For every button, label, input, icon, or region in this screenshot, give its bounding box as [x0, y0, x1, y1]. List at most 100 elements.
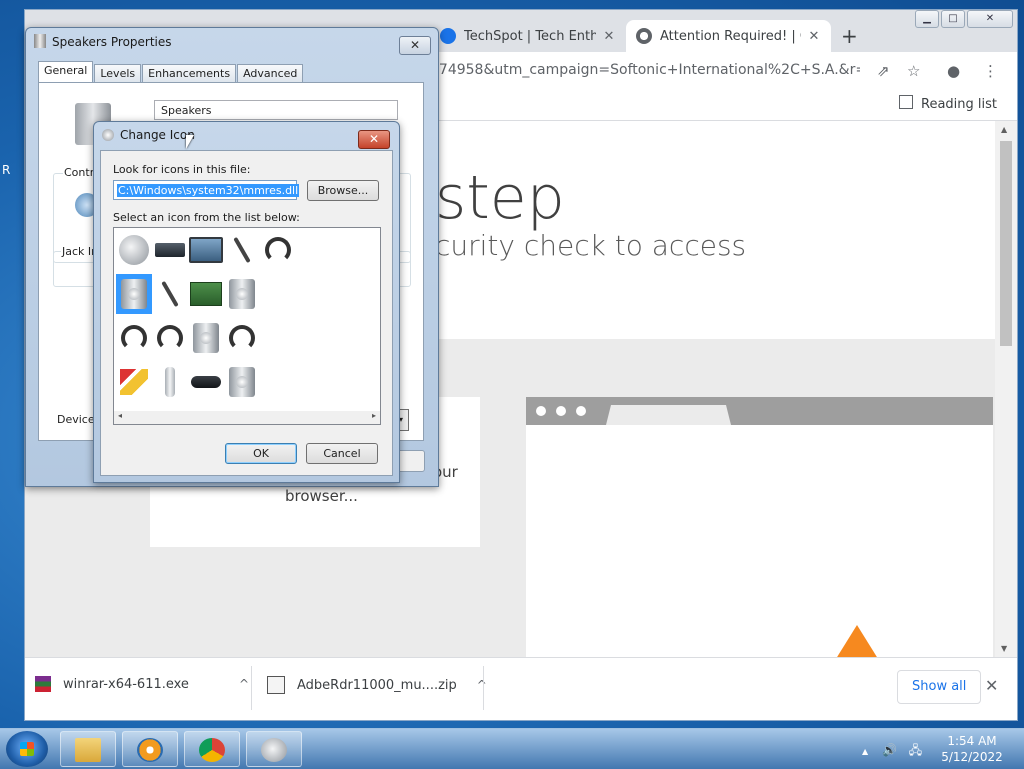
- page-subheading: curity check to access: [435, 229, 747, 262]
- reading-list-label: Reading list: [921, 97, 997, 112]
- maximize-button[interactable]: □: [941, 10, 965, 28]
- scroll-down-arrow-icon[interactable]: ▼: [1001, 644, 1007, 653]
- illustration-dot: [536, 406, 546, 416]
- chevron-up-icon[interactable]: ^: [239, 677, 249, 691]
- taskbar-sound[interactable]: [246, 731, 302, 767]
- clock[interactable]: 1:54 AM 5/12/2022: [940, 733, 1004, 765]
- new-tab-button[interactable]: +: [841, 24, 858, 48]
- illustration-tab: [606, 405, 731, 425]
- page-scrollbar[interactable]: ▲ ▼: [995, 121, 1017, 657]
- divider: [483, 666, 484, 710]
- monitor-icon[interactable]: [188, 230, 224, 270]
- speaker-icon: [34, 34, 46, 48]
- headphones-icon[interactable]: [116, 318, 152, 358]
- headphones-icon[interactable]: [260, 230, 296, 270]
- browser-illustration: [526, 397, 993, 657]
- tab-close-icon[interactable]: ✕: [602, 29, 616, 44]
- browse-button[interactable]: Browse...: [307, 180, 379, 201]
- tab-title: Attention Required! | Clou: [660, 28, 801, 44]
- minimize-button[interactable]: ▁: [915, 10, 939, 28]
- sound-card-icon[interactable]: [188, 274, 224, 314]
- scrollbar-thumb[interactable]: [1000, 141, 1012, 346]
- icon-list-label: Select an icon from the list below:: [113, 211, 300, 224]
- illustration-body: [526, 450, 993, 657]
- close-window-button[interactable]: ✕: [967, 10, 1013, 28]
- profile-icon[interactable]: ●: [947, 62, 960, 80]
- scroll-left-arrow-icon[interactable]: ◂: [118, 411, 122, 420]
- download-item-winrar[interactable]: winrar-x64-611.exe ^: [35, 676, 249, 692]
- tab-general[interactable]: General: [38, 61, 94, 83]
- download-item-adobe[interactable]: AdbeRdr11000_mu....zip ^: [267, 676, 487, 694]
- close-downloads-bar-icon[interactable]: ✕: [985, 676, 998, 695]
- rca-cables-icon[interactable]: [116, 362, 152, 402]
- chevron-up-icon[interactable]: ^: [477, 678, 487, 692]
- media-player-icon: [137, 738, 163, 762]
- scroll-up-arrow-icon[interactable]: ▲: [1001, 125, 1007, 134]
- taskbar-explorer[interactable]: [60, 731, 116, 767]
- headset-icon[interactable]: [152, 318, 188, 358]
- mouse-pointer-icon: [186, 135, 194, 149]
- ok-button[interactable]: OK: [225, 443, 297, 464]
- system-tray: ▲ 🔊 🖧: [862, 741, 922, 762]
- speaker-icon[interactable]: [224, 274, 260, 314]
- file-label: Look for icons in this file:: [113, 163, 251, 176]
- divider: [251, 666, 252, 710]
- tab-close-icon[interactable]: ✕: [807, 29, 821, 44]
- clock-time: 1:54 AM: [947, 734, 997, 748]
- speaker-icon[interactable]: [116, 274, 152, 314]
- tab-techspot[interactable]: TechSpot | Tech Enthusiast ✕: [430, 20, 626, 52]
- tab-advanced[interactable]: Advanced: [237, 64, 304, 83]
- globe-icon: [636, 28, 652, 44]
- speaker-icon[interactable]: [188, 318, 224, 358]
- file-path-input[interactable]: C:\Windows\system32\mmres.dll: [113, 180, 300, 200]
- download-filename: AdbeRdr11000_mu....zip: [297, 677, 457, 693]
- window-controls: ▁ □ ✕: [915, 10, 1013, 30]
- download-filename: winrar-x64-611.exe: [63, 676, 189, 692]
- reading-list-icon: [899, 95, 913, 109]
- show-hidden-icons-icon[interactable]: ▲: [862, 747, 868, 756]
- hifi-receiver-icon[interactable]: [152, 230, 188, 270]
- device-name-field[interactable]: Speakers: [154, 100, 398, 120]
- techspot-favicon-icon: [440, 28, 456, 44]
- show-all-downloads-button[interactable]: Show all: [897, 670, 982, 704]
- chrome-icon: [199, 738, 225, 762]
- illustration-dot: [576, 406, 586, 416]
- tab-levels[interactable]: Levels: [94, 64, 142, 83]
- page-heading: step: [435, 163, 565, 233]
- volume-icon[interactable]: 🔊: [882, 743, 897, 757]
- taskbar: ▲ 🔊 🖧 1:54 AM 5/12/2022: [0, 728, 1024, 769]
- dialog-title: Speakers Properties: [34, 34, 172, 49]
- share-icon[interactable]: ⇗: [877, 62, 890, 80]
- windows-logo-icon: [20, 742, 34, 756]
- taskbar-media-player[interactable]: [122, 731, 178, 767]
- taskbar-chrome[interactable]: [184, 731, 240, 767]
- address-bar[interactable]: 074958&utm_campaign=Softonic+Internation…: [430, 54, 860, 86]
- speaker-round-icon[interactable]: [116, 230, 152, 270]
- close-button[interactable]: ✕: [358, 130, 390, 149]
- tab-enhancements[interactable]: Enhancements: [142, 64, 237, 83]
- network-icon[interactable]: 🖧: [909, 743, 922, 757]
- telephone-handset-icon[interactable]: [152, 362, 188, 402]
- scroll-right-arrow-icon[interactable]: ▸: [372, 411, 376, 420]
- start-button[interactable]: [6, 731, 48, 767]
- reading-list-button[interactable]: Reading list: [899, 95, 997, 112]
- icon-list-hscrollbar[interactable]: ◂ ▸: [114, 411, 380, 424]
- menu-icon[interactable]: ⋮: [983, 62, 998, 80]
- close-button[interactable]: ✕: [399, 36, 431, 55]
- tab-title: TechSpot | Tech Enthusiast: [464, 28, 596, 44]
- downloads-bar: winrar-x64-611.exe ^ AdbeRdr11000_mu....…: [25, 657, 1017, 718]
- apply-button[interactable]: [396, 450, 425, 472]
- card-text-browser: browser...: [285, 487, 358, 505]
- tab-attention-required[interactable]: Attention Required! | Clou ✕: [626, 20, 831, 52]
- cancel-button[interactable]: Cancel: [306, 443, 378, 464]
- desk-microphone-icon[interactable]: [224, 230, 260, 270]
- winrar-file-icon: [35, 676, 51, 692]
- icon-list[interactable]: ◂ ▸: [113, 227, 381, 425]
- headphones-icon[interactable]: [224, 318, 260, 358]
- microphone-stand-icon[interactable]: [152, 274, 188, 314]
- webcam-icon[interactable]: [188, 362, 224, 402]
- speaker-icon[interactable]: [224, 362, 260, 402]
- device-usage-label: Device: [57, 413, 95, 426]
- bookmark-star-icon[interactable]: ☆: [907, 62, 920, 80]
- desktop-edge-text: R: [2, 163, 11, 177]
